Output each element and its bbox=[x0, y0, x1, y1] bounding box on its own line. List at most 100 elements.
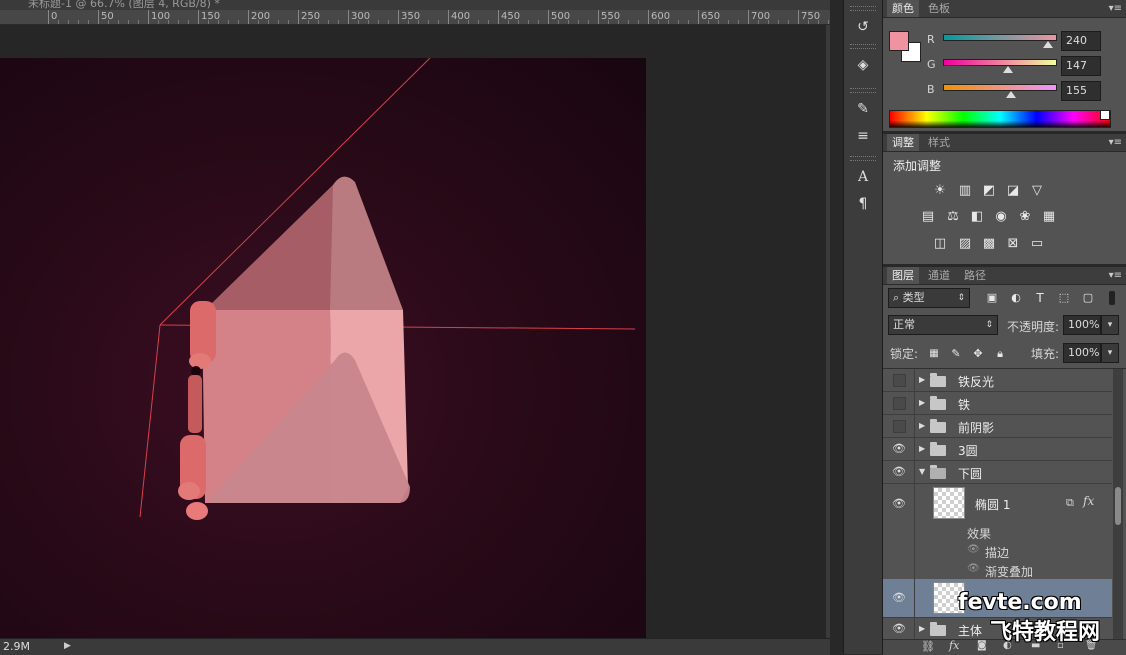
document-canvas[interactable] bbox=[0, 58, 646, 638]
tab-color[interactable]: 颜色 bbox=[887, 0, 919, 17]
fill-dropdown-icon[interactable]: ▾ bbox=[1101, 343, 1119, 363]
fx-icon[interactable]: fx bbox=[1083, 494, 1094, 508]
channel-r-value[interactable]: 240 bbox=[1061, 31, 1101, 51]
exposure-icon[interactable]: ◪ bbox=[1004, 184, 1022, 198]
fill-input[interactable]: 100% bbox=[1063, 343, 1101, 363]
layer-row[interactable]: 👁︎ ▼ 下圆 bbox=[883, 461, 1112, 484]
scrollbar-thumb[interactable] bbox=[1115, 487, 1121, 525]
collapse-caret-icon[interactable]: ▼ bbox=[919, 467, 925, 476]
vertical-scrollbar[interactable] bbox=[826, 25, 830, 638]
brush-settings-icon[interactable]: ≡ bbox=[852, 125, 874, 147]
3d-icon[interactable]: ◈ bbox=[852, 54, 874, 76]
effect-gradient-overlay[interactable]: 渐变叠加 bbox=[985, 563, 1033, 580]
brush-presets-icon[interactable]: ✎ bbox=[852, 98, 874, 120]
effect-visibility-icon[interactable]: 👁︎ bbox=[967, 563, 980, 574]
paragraph-icon[interactable]: ¶ bbox=[852, 193, 874, 215]
invert-icon[interactable]: ◫ bbox=[931, 237, 949, 251]
strip-grip[interactable] bbox=[850, 88, 876, 93]
eye-icon[interactable]: 👁︎ bbox=[892, 465, 906, 479]
effect-visibility-icon[interactable]: 👁︎ bbox=[967, 544, 980, 555]
photo-filter-icon[interactable]: ◉ bbox=[992, 210, 1010, 224]
levels-icon[interactable]: ▥ bbox=[956, 184, 974, 198]
channel-g-slider[interactable] bbox=[943, 59, 1057, 66]
filter-adjustment-icon[interactable]: ◐ bbox=[1007, 291, 1025, 305]
vibrance-icon[interactable]: ▽ bbox=[1028, 184, 1046, 198]
effect-stroke[interactable]: 描边 bbox=[985, 544, 1009, 561]
strip-grip[interactable] bbox=[850, 6, 876, 11]
tab-adjustments[interactable]: 调整 bbox=[887, 134, 919, 151]
panel-menu-icon[interactable]: ▾≡ bbox=[1109, 267, 1122, 284]
threshold-icon[interactable]: ▩ bbox=[980, 237, 998, 251]
lock-all-icon[interactable]: 🔒︎ bbox=[991, 347, 1009, 361]
document-tab[interactable]: 未标题-1 @ 66.7% (图层 4, RGB/8) * bbox=[0, 0, 830, 10]
strip-grip[interactable] bbox=[850, 156, 876, 161]
brightness-contrast-icon[interactable]: ☀ bbox=[931, 184, 949, 198]
expand-caret-icon[interactable]: ▶ bbox=[919, 375, 925, 384]
expand-caret-icon[interactable]: ▶ bbox=[919, 624, 925, 633]
expand-caret-icon[interactable]: ▶ bbox=[919, 398, 925, 407]
color-spectrum-bar[interactable] bbox=[889, 110, 1111, 128]
filter-shape-icon[interactable]: ⬚ bbox=[1055, 291, 1073, 305]
opacity-dropdown-icon[interactable]: ▾ bbox=[1101, 315, 1119, 335]
layer-row[interactable]: 👁︎ ▶ 3圆 bbox=[883, 438, 1112, 461]
layer-row[interactable]: ▶ 前阴影 bbox=[883, 415, 1112, 438]
channel-b-value[interactable]: 155 bbox=[1061, 81, 1101, 101]
history-icon[interactable]: ↺ bbox=[852, 16, 874, 38]
channel-g-value[interactable]: 147 bbox=[1061, 56, 1101, 76]
color-lookup-icon[interactable]: ▦ bbox=[1040, 210, 1058, 224]
gradient-map-icon[interactable]: ▭ bbox=[1028, 237, 1046, 251]
blend-mode-select[interactable]: 正常 ⇕ bbox=[888, 315, 998, 335]
opacity-input[interactable]: 100% bbox=[1063, 315, 1101, 335]
channel-mixer-icon[interactable]: ❀ bbox=[1016, 210, 1034, 224]
status-menu-arrow-icon[interactable]: ▶ bbox=[64, 641, 71, 651]
spectrum-white-swatch[interactable] bbox=[1100, 110, 1110, 120]
tab-layers[interactable]: 图层 bbox=[887, 267, 919, 284]
channel-g-thumb[interactable] bbox=[1002, 66, 1013, 73]
lock-position-icon[interactable]: ✥ bbox=[969, 347, 987, 361]
canvas-workspace[interactable] bbox=[0, 25, 830, 638]
tab-styles[interactable]: 样式 bbox=[923, 134, 955, 151]
add-style-icon[interactable]: fx bbox=[949, 639, 959, 652]
filter-toggle[interactable] bbox=[1109, 291, 1115, 305]
tab-channels[interactable]: 通道 bbox=[923, 267, 955, 284]
layer-list-scrollbar[interactable] bbox=[1113, 369, 1123, 639]
channel-r-slider[interactable] bbox=[943, 34, 1057, 41]
selective-color-icon[interactable]: ⊠ bbox=[1004, 237, 1022, 251]
layer-row[interactable]: ▶ 铁 bbox=[883, 392, 1112, 415]
visibility-toggle-off[interactable] bbox=[893, 397, 906, 410]
expand-caret-icon[interactable]: ▶ bbox=[919, 421, 925, 430]
channel-b-slider[interactable] bbox=[943, 84, 1057, 91]
channel-r-thumb[interactable] bbox=[1043, 41, 1054, 48]
foreground-color-swatch[interactable] bbox=[889, 31, 909, 51]
panel-menu-icon[interactable]: ▾≡ bbox=[1109, 134, 1122, 151]
channel-b-thumb[interactable] bbox=[1006, 91, 1017, 98]
posterize-icon[interactable]: ▨ bbox=[956, 237, 974, 251]
curves-icon[interactable]: ◩ bbox=[980, 184, 998, 198]
filter-type-icon[interactable]: T bbox=[1031, 291, 1049, 305]
eye-icon[interactable]: 👁︎ bbox=[892, 442, 906, 456]
horizontal-ruler[interactable]: 0 50 100 150 200 250 300 350 400 450 500 550 600 650 7… bbox=[0, 10, 830, 25]
expand-caret-icon[interactable]: ▶ bbox=[919, 444, 925, 453]
character-icon[interactable]: A bbox=[852, 166, 874, 188]
tab-swatches[interactable]: 色板 bbox=[923, 0, 955, 17]
filter-pixel-icon[interactable]: ▣ bbox=[983, 291, 1001, 305]
layer-row[interactable]: ▶ 铁反光 bbox=[883, 369, 1112, 392]
color-balance-icon[interactable]: ⚖ bbox=[944, 210, 962, 224]
panel-menu-icon[interactable]: ▾≡ bbox=[1109, 0, 1122, 17]
eye-icon[interactable]: 👁︎ bbox=[892, 497, 906, 511]
visibility-toggle-off[interactable] bbox=[893, 374, 906, 387]
strip-grip[interactable] bbox=[850, 44, 876, 49]
visibility-toggle-off[interactable] bbox=[893, 420, 906, 433]
hue-saturation-icon[interactable]: ▤ bbox=[919, 210, 937, 224]
link-layers-icon[interactable]: ⛓ bbox=[921, 640, 935, 653]
layer-filter-select[interactable]: ⌕ 类型 ⇕ bbox=[888, 288, 970, 308]
eye-icon[interactable]: 👁︎ bbox=[892, 622, 906, 636]
add-mask-icon[interactable]: ◙ bbox=[977, 640, 987, 651]
layer-row[interactable]: 👁︎ 椭圆 1 ⧉ fx 效果 👁︎ 描边 👁︎ 渐变叠加 bbox=[883, 484, 1112, 585]
tab-paths[interactable]: 路径 bbox=[959, 267, 991, 284]
lock-transparent-icon[interactable]: ▦ bbox=[925, 347, 943, 361]
black-white-icon[interactable]: ◧ bbox=[968, 210, 986, 224]
filter-smart-object-icon[interactable]: ▢ bbox=[1079, 291, 1097, 305]
eye-icon[interactable]: 👁︎ bbox=[892, 591, 906, 605]
lock-image-icon[interactable]: ✎ bbox=[947, 347, 965, 361]
